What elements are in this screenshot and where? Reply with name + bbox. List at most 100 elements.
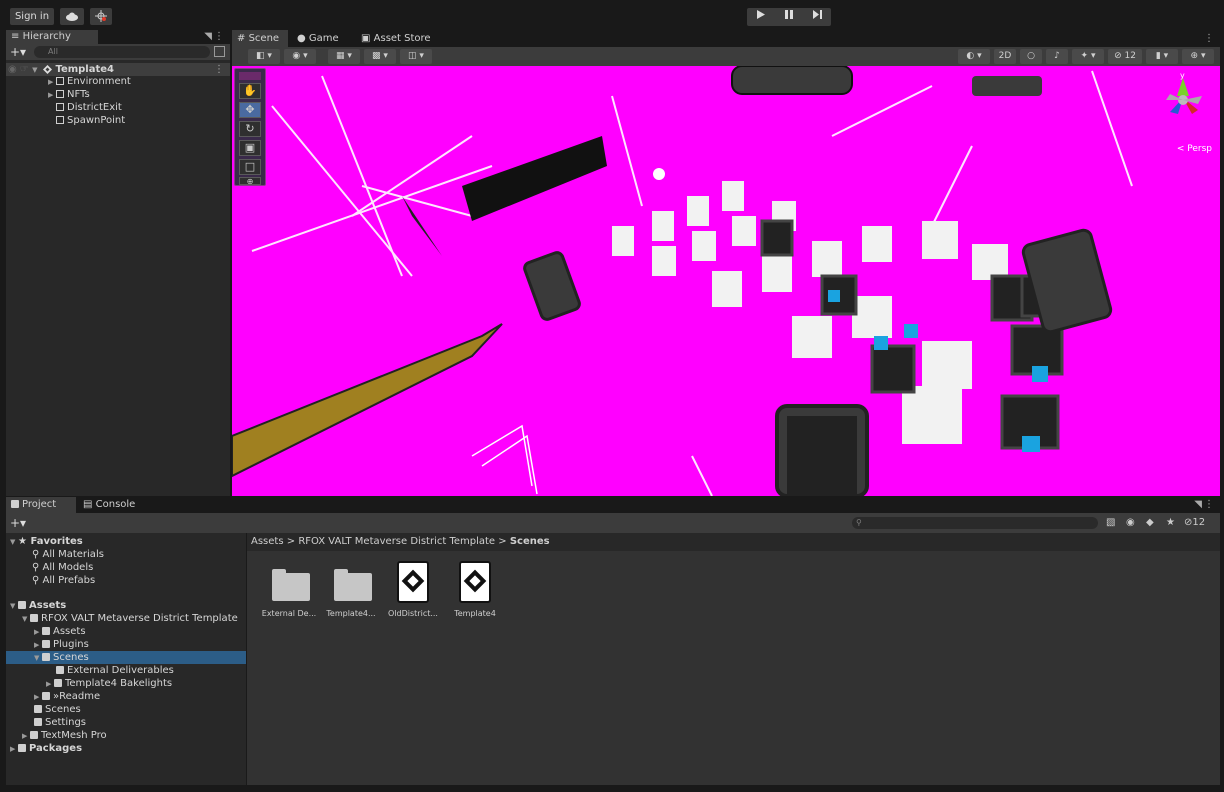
visibility-eye-icon[interactable]: ◉ — [8, 64, 17, 75]
folder-icon — [42, 692, 50, 700]
search-by-type-icon[interactable]: ▧ — [1106, 513, 1115, 533]
sign-in-button[interactable]: Sign in — [10, 8, 54, 25]
lock-icon[interactable]: ◥ — [1194, 497, 1202, 513]
assets-header[interactable]: ▼ Assets — [10, 599, 66, 612]
asset-folder[interactable]: Template4... — [319, 561, 383, 621]
tab-console[interactable]: ▤ Console — [78, 497, 148, 513]
camera-icon: ▮ — [1155, 51, 1161, 61]
search-icon: ⚲ — [32, 549, 40, 560]
light-gizmo — [653, 168, 665, 180]
arrow-markers — [471, 424, 538, 495]
expand-arrow-icon[interactable]: ▼ — [10, 536, 18, 549]
ramp-object — [232, 323, 503, 478]
move-tool[interactable]: ✥ — [239, 102, 261, 118]
hand-tool[interactable]: ✋ — [239, 83, 261, 99]
breadcrumb-separator: > — [498, 536, 507, 547]
gizmos-dropdown[interactable]: ⊕ ▾ — [1182, 49, 1214, 64]
project-search-input[interactable]: ⚲ — [852, 517, 1098, 529]
tree-folder[interactable]: Settings — [34, 716, 86, 729]
sphere-icon: ◐ — [966, 51, 975, 61]
tree-folder[interactable]: ▶ »Readme — [34, 690, 100, 703]
draw-mode-dropdown[interactable]: ◧ ▾ — [248, 49, 280, 64]
audio-icon: ♪ — [1054, 51, 1060, 61]
breadcrumb-template[interactable]: RFOX VALT Metaverse District Template — [298, 536, 495, 547]
cloud-button[interactable] — [60, 8, 84, 25]
packages-header[interactable]: ▶ Packages — [10, 742, 82, 755]
asset-folder[interactable]: External De... — [257, 561, 321, 621]
pause-button[interactable] — [775, 8, 803, 26]
lightbulb-icon: ○ — [1027, 51, 1035, 61]
tab-hierarchy[interactable]: ≡ Hierarchy — [6, 30, 98, 44]
lock-icon[interactable]: ◥ — [204, 30, 212, 44]
tools-handle[interactable] — [239, 72, 261, 80]
search-icon: ⚲ — [856, 518, 862, 527]
pickable-icon[interactable]: ☞ — [20, 64, 29, 75]
transform-tool[interactable]: ⊕ — [239, 177, 261, 186]
hidden-packages-toggle[interactable]: ⊘12 — [1184, 513, 1205, 533]
expand-arrow-icon[interactable]: ▼ — [34, 652, 42, 665]
tab-scene[interactable]: # Scene — [232, 30, 288, 47]
rotate-tool[interactable]: ↻ — [239, 121, 261, 137]
tree-folder[interactable]: ▶ Template4 Bakelights — [46, 677, 172, 690]
tab-project-label: Project — [22, 499, 57, 510]
hierarchy-item-label: DistrictExit — [67, 102, 122, 113]
hand-icon: ✋ — [243, 84, 257, 97]
effects-dropdown[interactable]: ✦ ▾ — [1072, 49, 1104, 64]
tree-folder[interactable]: ▼ RFOX VALT Metaverse District Template — [22, 612, 238, 625]
render-mode-dropdown[interactable]: ◉ ▾ — [284, 49, 316, 64]
tree-folder[interactable]: Scenes — [34, 703, 81, 716]
scene-viewport[interactable]: ✋ ✥ ↻ ▣ □ ⊕ y < Persp — [232, 66, 1220, 496]
audio-toggle[interactable]: ♪ — [1046, 49, 1068, 64]
camera-dropdown[interactable]: ▮ ▾ — [1146, 49, 1178, 64]
lighting-toggle[interactable]: ○ — [1020, 49, 1042, 64]
more-menu-icon[interactable]: ⋮ — [1204, 30, 1214, 47]
create-asset-button[interactable]: +▾ — [10, 513, 26, 533]
favorite-item[interactable]: ⚲ All Prefabs — [32, 574, 95, 587]
console-icon: ▤ — [83, 499, 93, 510]
favorite-item[interactable]: ⚲ All Models — [32, 561, 93, 574]
snap-increment-dropdown[interactable]: ▩ ▾ — [364, 49, 396, 64]
scale-tool[interactable]: ▣ — [239, 140, 261, 156]
grid-snap-dropdown[interactable]: ▦ ▾ — [328, 49, 360, 64]
favorite-item[interactable]: ⚲ All Materials — [32, 548, 104, 561]
play-button[interactable] — [747, 8, 775, 26]
orientation-gizmo[interactable]: y — [1158, 70, 1208, 126]
tree-folder[interactable]: ▶ Assets — [34, 625, 86, 638]
favorites-header[interactable]: ▼ ★ Favorites — [10, 535, 83, 548]
step-button[interactable] — [803, 8, 831, 26]
favorite-item-label: All Models — [42, 562, 94, 573]
collab-button[interactable] — [90, 8, 112, 25]
tab-game[interactable]: ● Game — [292, 30, 352, 47]
asset-scene[interactable]: OldDistrict... — [381, 561, 445, 621]
hierarchy-search-input[interactable]: All — [34, 46, 210, 58]
more-menu-icon[interactable]: ⋮ — [214, 30, 224, 44]
tab-project[interactable]: Project — [6, 497, 76, 513]
tree-folder-label: Assets — [53, 626, 86, 637]
rect-tool[interactable]: □ — [239, 159, 261, 175]
add-object-button[interactable]: +▾ — [10, 44, 26, 60]
more-menu-icon[interactable]: ⋮ — [1204, 497, 1214, 513]
hidden-objects-toggle[interactable]: ⊘ 12 — [1108, 49, 1142, 64]
gizmo-icon: ⊕ — [1190, 51, 1199, 61]
breadcrumb-assets[interactable]: Assets — [251, 536, 284, 547]
scene-panel: # Scene ● Game ▣ Asset Store ⋮ ◧ ▾ ◉ ▾ ▦… — [232, 30, 1220, 496]
breadcrumb-scenes[interactable]: Scenes — [510, 536, 550, 547]
tab-asset-store[interactable]: ▣ Asset Store — [356, 30, 436, 47]
tree-folder[interactable]: ▶ TextMesh Pro — [22, 729, 107, 742]
tree-folder[interactable]: External Deliverables — [56, 664, 174, 677]
scene-visibility-icon[interactable] — [214, 46, 225, 57]
tag-icon[interactable]: ◆ — [1146, 513, 1154, 533]
search-by-label-icon[interactable]: ◉ — [1126, 513, 1135, 533]
projection-label[interactable]: < Persp — [1177, 144, 1212, 154]
expand-arrow-icon[interactable]: ▼ — [22, 613, 30, 626]
overlay-dropdown[interactable]: ◫ ▾ — [400, 49, 432, 64]
tree-folder[interactable]: ▶ Plugins — [34, 638, 89, 651]
shading-mode-dropdown[interactable]: ◐ ▾ — [958, 49, 990, 64]
frame-object — [1021, 228, 1113, 334]
expand-arrow-icon[interactable]: ▼ — [10, 600, 18, 613]
tree-folder-selected[interactable]: ▼ Scenes — [6, 651, 246, 664]
favorite-star-icon[interactable]: ★ — [1166, 513, 1175, 533]
asset-scene[interactable]: Template4 — [443, 561, 507, 621]
2d-toggle[interactable]: 2D — [994, 49, 1016, 64]
expand-arrow-icon[interactable]: ▶ — [10, 743, 18, 756]
